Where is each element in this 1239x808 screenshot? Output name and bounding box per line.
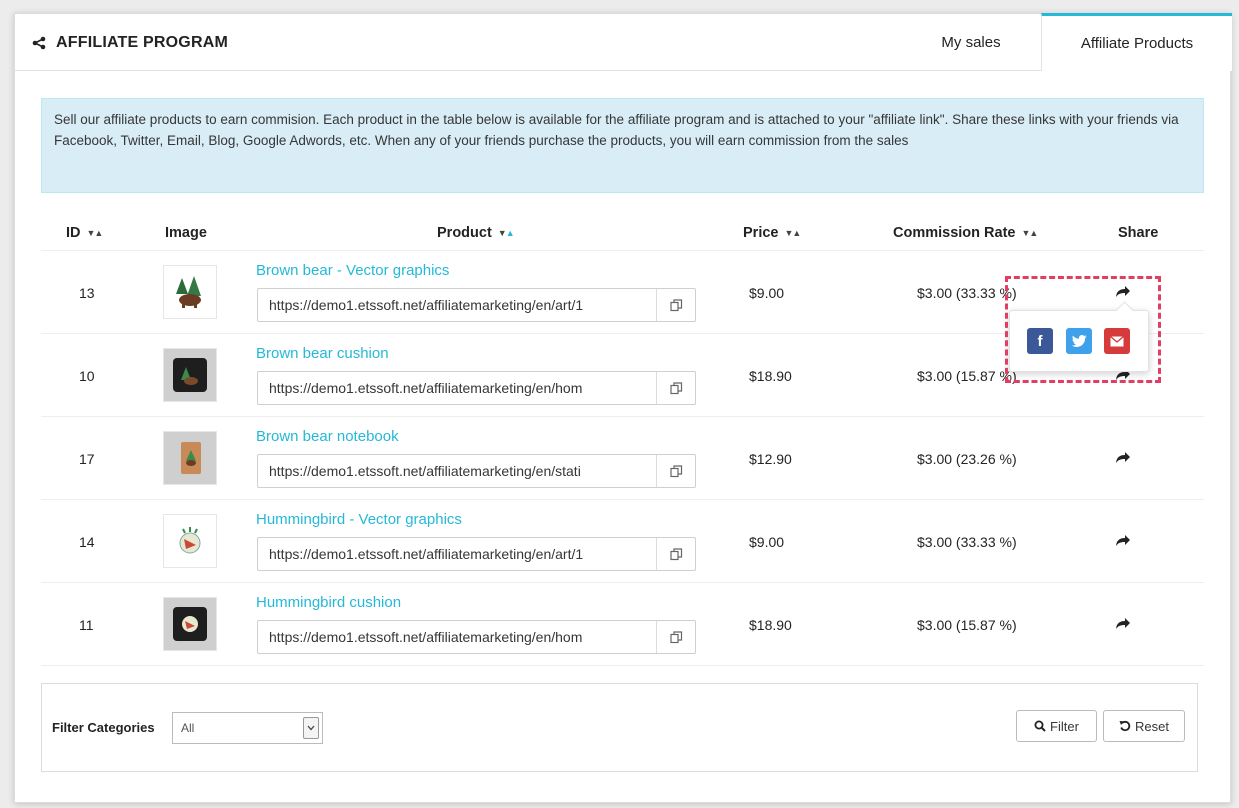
product-image[interactable] bbox=[163, 348, 217, 402]
row-id: 17 bbox=[79, 451, 95, 467]
share-icon[interactable] bbox=[1115, 534, 1131, 552]
twitter-icon bbox=[1071, 335, 1086, 347]
price: $9.00 bbox=[749, 285, 785, 301]
copy-icon[interactable] bbox=[656, 538, 695, 570]
product-image[interactable] bbox=[163, 431, 217, 485]
col-product[interactable]: Product ▼▲ bbox=[437, 225, 515, 241]
facebook-share-button[interactable]: f bbox=[1027, 328, 1053, 354]
product-link[interactable]: Brown bear - Vector graphics bbox=[256, 262, 449, 279]
copy-icon[interactable] bbox=[656, 455, 695, 487]
facebook-icon: f bbox=[1037, 332, 1043, 350]
commission-rate: $3.00 (33.33 %) bbox=[917, 534, 1017, 550]
share-popup: f bbox=[1009, 310, 1149, 372]
sort-icon[interactable]: ▼▲ bbox=[87, 228, 104, 238]
sort-icon[interactable]: ▼▲ bbox=[784, 228, 801, 238]
filter-panel: Filter Categories All Filter Reset bbox=[41, 683, 1198, 772]
info-alert: Sell our affiliate products to earn comm… bbox=[41, 98, 1204, 193]
tab-my-sales[interactable]: My sales bbox=[901, 14, 1041, 71]
table-row: 11 Hummingbird cushion https://demo1.ets… bbox=[41, 583, 1204, 666]
page-title-text: AFFILIATE PROGRAM bbox=[56, 34, 228, 51]
product-link[interactable]: Brown bear cushion bbox=[256, 345, 389, 362]
product-image[interactable] bbox=[163, 597, 217, 651]
price: $18.90 bbox=[749, 368, 792, 384]
share-icon[interactable] bbox=[1115, 285, 1131, 303]
affiliate-link-field[interactable]: https://demo1.etssoft.net/affiliatemarke… bbox=[257, 620, 696, 654]
affiliate-link-field[interactable]: https://demo1.etssoft.net/affiliatemarke… bbox=[257, 454, 696, 488]
commission-rate: $3.00 (15.87 %) bbox=[917, 368, 1017, 384]
affiliate-link-field[interactable]: https://demo1.etssoft.net/affiliatemarke… bbox=[257, 371, 696, 405]
email-icon bbox=[1110, 335, 1124, 346]
share-nodes-icon bbox=[32, 36, 46, 50]
price: $12.90 bbox=[749, 451, 792, 467]
copy-icon[interactable] bbox=[656, 372, 695, 404]
share-icon[interactable] bbox=[1115, 617, 1131, 635]
row-id: 13 bbox=[79, 285, 95, 301]
page-title: AFFILIATE PROGRAM bbox=[32, 34, 228, 52]
affiliate-link-field[interactable]: https://demo1.etssoft.net/affiliatemarke… bbox=[257, 537, 696, 571]
twitter-share-button[interactable] bbox=[1066, 328, 1092, 354]
table-header: ID ▼▲ Image Product ▼▲ Price ▼▲ Commission … bbox=[41, 218, 1204, 251]
tab-affiliate-products[interactable]: Affiliate Products bbox=[1041, 13, 1232, 71]
col-id[interactable]: ID ▼▲ bbox=[66, 225, 104, 241]
col-price[interactable]: Price ▼▲ bbox=[743, 225, 801, 241]
undo-icon bbox=[1119, 720, 1131, 732]
product-image[interactable] bbox=[163, 265, 217, 319]
col-commission[interactable]: Commission Rate ▼▲ bbox=[893, 225, 1038, 241]
share-icon[interactable] bbox=[1115, 451, 1131, 469]
commission-rate: $3.00 (23.26 %) bbox=[917, 451, 1017, 467]
copy-icon[interactable] bbox=[656, 621, 695, 653]
affiliate-link-field[interactable]: https://demo1.etssoft.net/affiliatemarke… bbox=[257, 288, 696, 322]
col-image: Image bbox=[165, 225, 207, 241]
email-share-button[interactable] bbox=[1104, 328, 1130, 354]
chevron-down-icon[interactable] bbox=[303, 717, 319, 739]
reset-button[interactable]: Reset bbox=[1103, 710, 1185, 742]
category-select[interactable]: All bbox=[172, 712, 323, 744]
product-link[interactable]: Brown bear notebook bbox=[256, 428, 399, 445]
sort-icon[interactable]: ▼▲ bbox=[498, 228, 515, 238]
price: $9.00 bbox=[749, 534, 785, 550]
table-row: 14 Hummingbird - Vector graphics https:/… bbox=[41, 500, 1204, 583]
price: $18.90 bbox=[749, 617, 792, 633]
copy-icon[interactable] bbox=[656, 289, 695, 321]
product-link[interactable]: Hummingbird - Vector graphics bbox=[256, 511, 462, 528]
product-link[interactable]: Hummingbird cushion bbox=[256, 594, 401, 611]
sort-icon[interactable]: ▼▲ bbox=[1021, 228, 1038, 238]
commission-rate: $3.00 (33.33 %) bbox=[917, 285, 1017, 301]
product-image[interactable] bbox=[163, 514, 217, 568]
commission-rate: $3.00 (15.87 %) bbox=[917, 617, 1017, 633]
row-id: 10 bbox=[79, 368, 95, 384]
select-value: All bbox=[181, 721, 195, 735]
table-row: 17 Brown bear notebook https://demo1.ets… bbox=[41, 417, 1204, 500]
row-id: 14 bbox=[79, 534, 95, 550]
filter-button[interactable]: Filter bbox=[1016, 710, 1097, 742]
filter-label: Filter Categories bbox=[52, 720, 155, 735]
search-icon bbox=[1034, 720, 1046, 732]
col-share: Share bbox=[1118, 225, 1159, 241]
panel-header: AFFILIATE PROGRAM My sales Affiliate Pro… bbox=[15, 13, 1232, 71]
row-id: 11 bbox=[79, 617, 94, 633]
